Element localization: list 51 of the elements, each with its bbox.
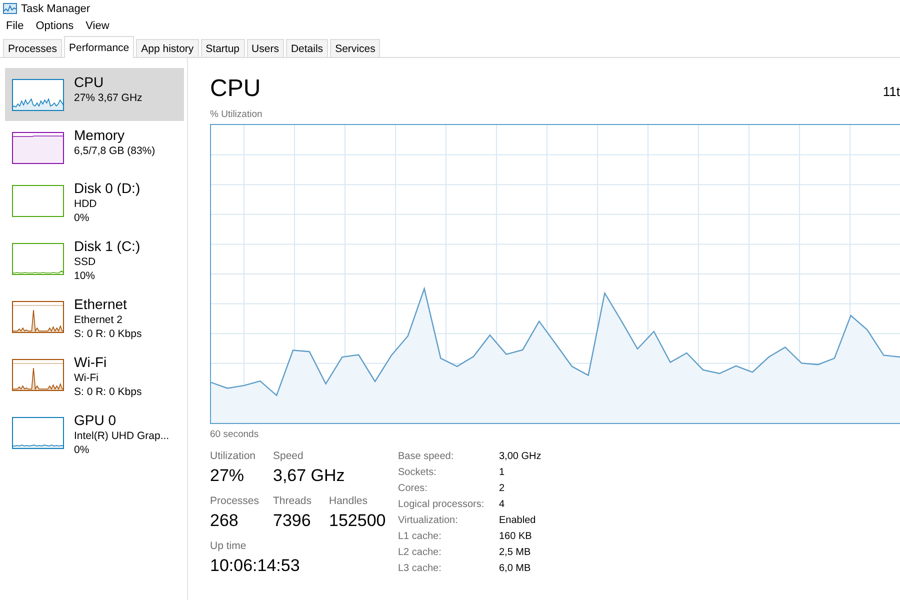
- menu-item[interactable]: View: [80, 18, 116, 34]
- tab[interactable]: Startup: [200, 39, 245, 57]
- spec-value: 2: [499, 482, 505, 496]
- spec-value: 3,00 GHz: [499, 450, 542, 464]
- section-title: CPU: [210, 74, 261, 104]
- stat-label: Utilization: [210, 449, 256, 464]
- sidebar-item[interactable]: Wi-Fi Wi-Fi S: 0 R: 0 Kbps: [5, 348, 184, 406]
- axis-label: % Utilization: [210, 108, 262, 121]
- stat-value: 27%: [210, 465, 244, 487]
- axis-label: 60 seconds: [210, 428, 259, 441]
- spec-value: 6,0 MB: [499, 562, 531, 576]
- spec-value: 160 KB: [499, 530, 532, 544]
- tab[interactable]: Users: [246, 39, 284, 57]
- spec-label: L1 cache:: [398, 530, 442, 544]
- stat-label: Handles: [329, 494, 368, 509]
- stat-value: 152500: [329, 510, 386, 532]
- spec-value: 2,5 MB: [499, 546, 531, 560]
- spec-label: Cores:: [398, 482, 428, 496]
- stat-label: Threads: [273, 494, 312, 509]
- stat-value: 3,67 GHz: [273, 465, 345, 487]
- tab[interactable]: Performance: [64, 36, 134, 58]
- spec-value: 4: [499, 498, 505, 512]
- sidebar-item[interactable]: Ethernet Ethernet 2 S: 0 R: 0 Kbps: [5, 290, 184, 348]
- sidebar-item[interactable]: CPU 27% 3,67 GHz: [5, 68, 184, 121]
- sidebar-item[interactable]: Disk 1 (C:) SSD 10%: [5, 232, 184, 290]
- sidebar-item[interactable]: Memory 6,5/7,8 GB (83%): [5, 121, 184, 174]
- stat-label: Speed: [273, 449, 304, 464]
- window-title: Task Manager: [21, 2, 90, 16]
- menu-item[interactable]: Options: [30, 18, 80, 34]
- spec-label: Sockets:: [398, 466, 436, 480]
- spec-label: L2 cache:: [398, 546, 442, 560]
- spec-label: L3 cache:: [398, 562, 442, 576]
- stat-value: 10:06:14:53: [210, 555, 300, 577]
- spec-label: Virtualization:: [398, 514, 458, 528]
- graph-icon: [3, 3, 17, 14]
- spec-value: 1: [499, 466, 505, 480]
- sidebar-item[interactable]: Disk 0 (D:) HDD 0%: [5, 174, 184, 232]
- spec-label: Base speed:: [398, 450, 454, 464]
- spec-value: Enabled: [499, 514, 536, 528]
- spec-label: Logical processors:: [398, 498, 484, 512]
- tab[interactable]: App history: [136, 39, 199, 57]
- processor-name: 11t: [882, 84, 900, 100]
- stat-value: 268: [210, 510, 238, 532]
- stat-label: Up time: [210, 539, 246, 554]
- tab[interactable]: Details: [286, 39, 328, 57]
- tab[interactable]: Processes: [3, 39, 62, 57]
- menu-item[interactable]: File: [0, 18, 30, 34]
- sidebar-item[interactable]: GPU 0 Intel(R) UHD Grap... 0%: [5, 406, 184, 464]
- stat-label: Processes: [210, 494, 260, 509]
- stat-value: 7396: [273, 510, 311, 532]
- tab[interactable]: Services: [330, 39, 380, 57]
